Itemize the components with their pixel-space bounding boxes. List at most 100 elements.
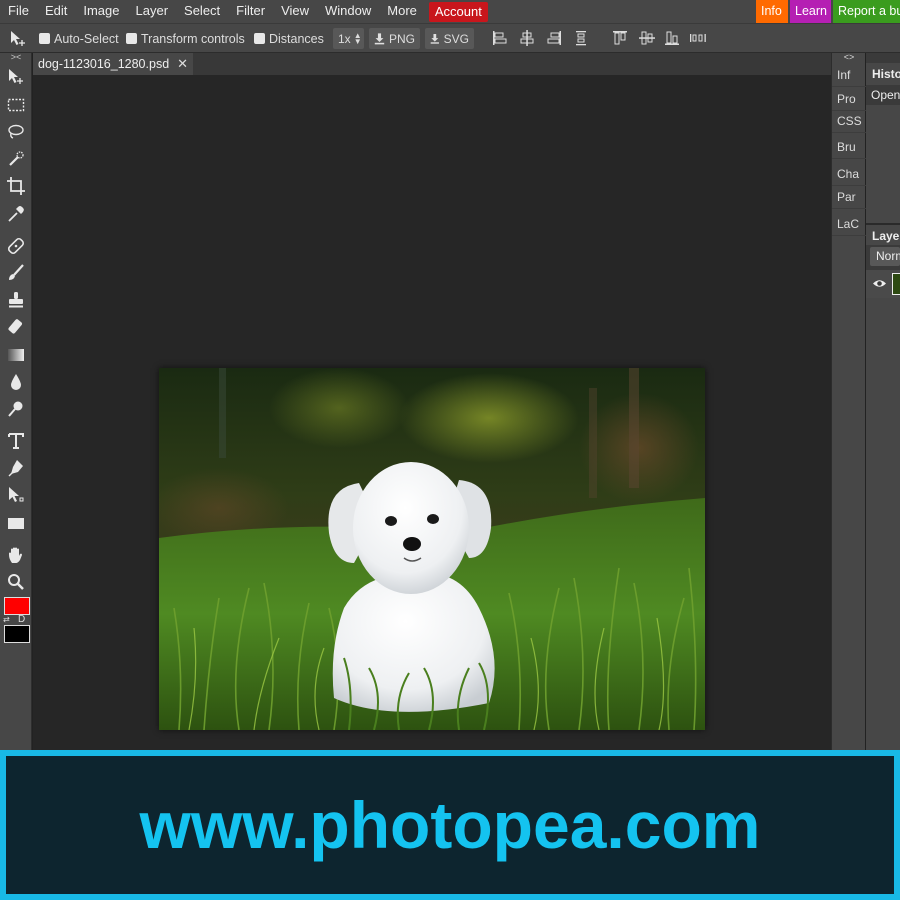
panel-tab-layer-comps[interactable]: LaC: [832, 212, 866, 236]
history-list: [866, 105, 900, 223]
crop-icon: [7, 177, 25, 195]
menu-window[interactable]: Window: [317, 0, 379, 23]
align-top-icon[interactable]: [612, 30, 628, 46]
menu-file[interactable]: File: [0, 0, 37, 23]
panel-tab-character[interactable]: Cha: [832, 162, 866, 186]
panel-tab-paragraph[interactable]: Par: [832, 185, 866, 209]
align-left-icon[interactable]: [492, 30, 508, 46]
dodge-icon: [8, 401, 23, 417]
panel-tab-info[interactable]: Inf: [832, 63, 866, 87]
eyedropper-icon: [8, 206, 24, 222]
export-svg-button[interactable]: SVG: [425, 28, 474, 49]
zoom-select[interactable]: 1x ▲ ▼: [333, 28, 364, 49]
report-bug-button[interactable]: Report a bug: [833, 0, 900, 23]
menu-select[interactable]: Select: [176, 0, 228, 23]
document-tab-bar: dog-1123016_1280.psd ✕: [33, 53, 831, 75]
align-middle-vertical-icon[interactable]: [639, 30, 655, 46]
info-button[interactable]: Info: [756, 0, 788, 23]
pen-tool[interactable]: [0, 455, 32, 481]
collapse-right-toggle[interactable]: <>: [832, 53, 866, 63]
dodge-tool[interactable]: [0, 396, 32, 422]
history-row-open[interactable]: Open: [866, 85, 900, 105]
panel-tab-properties[interactable]: Pro: [832, 87, 866, 111]
move-arrow-icon: [11, 30, 25, 46]
distances-checkbox[interactable]: [254, 33, 265, 44]
gradient-tool[interactable]: [0, 342, 32, 368]
eye-icon[interactable]: [872, 278, 887, 289]
type-tool[interactable]: [0, 428, 32, 454]
hand-tool[interactable]: [0, 542, 32, 568]
menu-edit[interactable]: Edit: [37, 0, 75, 23]
transform-controls-option[interactable]: Transform controls: [126, 24, 245, 53]
background-color-swatch[interactable]: [4, 625, 30, 643]
move-tool-indicator: [8, 24, 28, 53]
healing-brush-tool[interactable]: [0, 233, 32, 259]
water-drop-icon: [11, 374, 21, 390]
account-button[interactable]: Account: [428, 1, 488, 22]
layers-panel-title[interactable]: Layers: [866, 223, 900, 245]
transform-controls-label: Transform controls: [141, 31, 245, 46]
move-tool[interactable]: [0, 64, 32, 90]
panel-tab-css[interactable]: CSS: [832, 109, 866, 133]
foreground-color-swatch[interactable]: [4, 597, 30, 615]
zoom-tool[interactable]: [0, 569, 32, 595]
eyedropper-tool[interactable]: [0, 201, 32, 227]
rect-select-icon: [7, 98, 25, 112]
document-canvas-image[interactable]: [159, 368, 705, 730]
menu-filter[interactable]: Filter: [228, 0, 273, 23]
right-panels: History Open Layers Normal: [866, 53, 900, 750]
document-tab[interactable]: dog-1123016_1280.psd ✕: [33, 53, 194, 75]
auto-select-checkbox[interactable]: [39, 33, 50, 44]
quick-select-icon: [9, 151, 24, 166]
marquee-tool[interactable]: [0, 92, 32, 118]
transform-controls-checkbox[interactable]: [126, 33, 137, 44]
spinner-icon: ▲ ▼: [353, 30, 362, 46]
auto-select-label: Auto-Select: [54, 31, 119, 46]
gradient-icon: [8, 349, 24, 361]
panel-tab-brush[interactable]: Bru: [832, 135, 866, 159]
learn-button[interactable]: Learn: [790, 0, 831, 23]
collapse-left-toggle[interactable]: ><: [0, 53, 32, 63]
swap-colors-icon[interactable]: ⇄: [3, 615, 13, 625]
menu-more[interactable]: More: [379, 0, 425, 23]
text-t-icon: [8, 433, 24, 449]
eraser-tool[interactable]: [0, 314, 32, 340]
panel-strip: <> Inf Pro CSS Bru Cha Par LaC: [831, 53, 866, 750]
blur-tool[interactable]: [0, 369, 32, 395]
export-png-button[interactable]: PNG: [369, 28, 420, 49]
distances-option[interactable]: Distances: [254, 24, 324, 53]
menu-view[interactable]: View: [273, 0, 317, 23]
align-right-icon[interactable]: [546, 30, 562, 46]
distribute-vertical-icon[interactable]: [573, 30, 589, 46]
lasso-tool[interactable]: [0, 119, 32, 145]
clone-stamp-tool[interactable]: [0, 287, 32, 313]
quick-select-tool[interactable]: [0, 146, 32, 172]
align-bottom-icon[interactable]: [664, 30, 680, 46]
brush-icon: [9, 264, 24, 280]
shape-tool[interactable]: [0, 510, 32, 536]
blend-mode-select[interactable]: Normal: [870, 247, 900, 266]
auto-select-option[interactable]: Auto-Select: [39, 24, 119, 53]
menu-image[interactable]: Image: [75, 0, 127, 23]
download-icon: [430, 34, 439, 44]
magnifier-icon: [8, 574, 24, 590]
distribute-horizontal-icon[interactable]: [689, 30, 707, 46]
hand-icon: [9, 547, 22, 563]
rectangle-icon: [8, 518, 24, 529]
export-png-label: PNG: [388, 31, 415, 46]
brush-tool[interactable]: [0, 260, 32, 286]
move-arrow-icon: [9, 69, 23, 84]
layer-row[interactable]: [866, 270, 900, 298]
history-panel-title[interactable]: History: [866, 63, 900, 85]
close-tab-icon[interactable]: ✕: [177, 56, 188, 72]
menu-layer[interactable]: Layer: [128, 0, 177, 23]
path-select-tool[interactable]: [0, 482, 32, 508]
layer-thumbnail: [892, 273, 900, 295]
align-center-horizontal-icon[interactable]: [519, 30, 535, 46]
document-tab-title: dog-1123016_1280.psd: [38, 57, 170, 71]
crop-tool[interactable]: [0, 173, 32, 199]
default-colors-button[interactable]: D: [18, 615, 28, 625]
options-bar: Auto-Select Transform controls Distances…: [0, 23, 900, 53]
website-url: www.photopea.com: [139, 788, 761, 862]
pen-nib-icon: [8, 460, 23, 477]
